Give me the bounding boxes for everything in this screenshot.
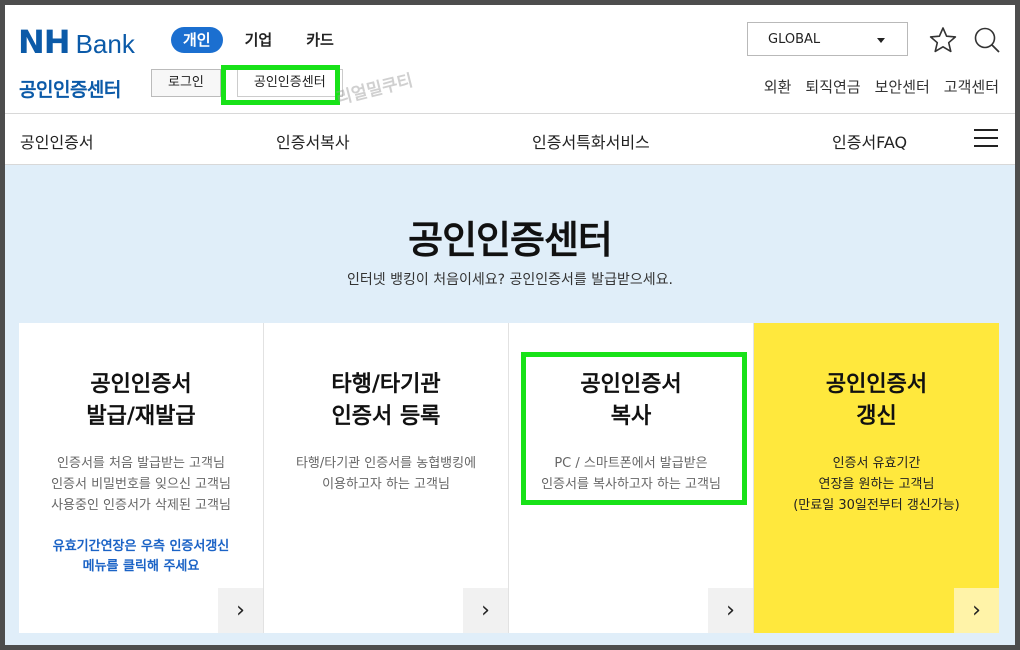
page-section-title[interactable]: 공인인증센터 (19, 75, 121, 102)
card-title: 공인인증서 발급/재발급 (86, 372, 196, 429)
nav-cert-copy[interactable]: 인증서복사 (276, 129, 350, 153)
star-icon[interactable] (928, 25, 958, 55)
card-issue[interactable]: 공인인증서 발급/재발급 인증서를 처음 발급받는 고객님 인증서 비밀번호를 … (19, 323, 264, 633)
hero-title: 공인인증센터 (408, 218, 613, 262)
link-customer-center[interactable]: 고객센터 (944, 76, 999, 97)
card-note: 유효기간연장은 우측 인증서갱신 메뉴를 클릭해 주세요 (52, 539, 230, 574)
chevron-right-icon[interactable]: › (463, 588, 508, 633)
tab-business[interactable]: 기업 (233, 27, 285, 53)
watermark-text: 리얼밀쿠티 (334, 70, 416, 110)
tab-card[interactable]: 카드 (294, 27, 346, 53)
tab-personal[interactable]: 개인 (171, 27, 223, 53)
hero-section: 공인인증센터 인터넷 뱅킹이 처음이세요? 공인인증서를 발급받으세요. 공인인… (5, 165, 1015, 645)
main-nav: 공인인증서 인증서복사 인증서특화서비스 인증서FAQ (5, 114, 1015, 164)
nh-bank-logo[interactable]: NH Bank (18, 23, 135, 61)
card-desc: 타행/타기관 인증서를 농협뱅킹에 이용하고자 하는 고객님 (295, 456, 477, 492)
utility-links: 외환 퇴직연금 보안센터 고객센터 (750, 76, 999, 97)
card-desc: 인증서 유효기간 연장을 원하는 고객님 (만료일 30일전부터 갱신가능) (793, 456, 960, 513)
menu-icon[interactable] (974, 129, 998, 149)
card-register[interactable]: 타행/타기관 인증서 등록 타행/타기관 인증서를 농협뱅킹에 이용하고자 하는… (264, 323, 509, 633)
card-title: 타행/타기관 인증서 등록 (331, 372, 441, 429)
browser-frame: NH Bank 개인 기업 카드 GLOBAL 공인인증센터 로그인 공인인증센… (5, 5, 1015, 645)
logo-nh: NH (18, 23, 71, 61)
card-title: 공인인증서 갱신 (825, 372, 928, 429)
search-icon[interactable] (972, 25, 1002, 55)
logo-bank: Bank (75, 29, 135, 59)
highlight-box-copy-card (521, 352, 747, 505)
link-security-center[interactable]: 보안센터 (875, 76, 930, 97)
hero-subtitle: 인터넷 뱅킹이 처음이세요? 공인인증서를 발급받으세요. (347, 272, 673, 288)
nav-certificate[interactable]: 공인인증서 (20, 129, 94, 153)
link-forex[interactable]: 외환 (764, 76, 792, 97)
chevron-right-icon[interactable]: › (218, 588, 263, 633)
card-desc: 인증서를 처음 발급받는 고객님 인증서 비밀번호를 잊으신 고객님 사용중인 … (51, 456, 231, 513)
chevron-right-icon[interactable]: › (954, 588, 999, 633)
nav-cert-faq[interactable]: 인증서FAQ (832, 129, 907, 153)
chevron-right-icon[interactable]: › (708, 588, 753, 633)
service-cards: 공인인증서 발급/재발급 인증서를 처음 발급받는 고객님 인증서 비밀번호를 … (19, 323, 999, 633)
segment-tabs: 개인 기업 카드 (171, 27, 356, 53)
global-select[interactable]: GLOBAL (747, 22, 908, 56)
login-button[interactable]: 로그인 (151, 69, 221, 97)
link-pension[interactable]: 퇴직연금 (805, 76, 860, 97)
card-renew[interactable]: 공인인증서 갱신 인증서 유효기간 연장을 원하는 고객님 (만료일 30일전부… (754, 323, 999, 633)
global-select-value: GLOBAL (768, 31, 821, 47)
highlight-box-cert-center (221, 65, 340, 105)
caret-down-icon (877, 38, 885, 43)
nav-cert-special[interactable]: 인증서특화서비스 (532, 129, 650, 153)
